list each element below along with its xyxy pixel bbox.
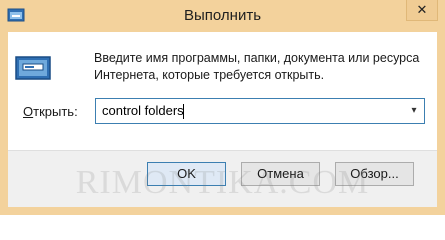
- run-program-icon: [15, 56, 51, 80]
- description-line-1: Введите имя программы, папки, документа …: [94, 51, 420, 65]
- chevron-down-icon[interactable]: ▾: [406, 99, 422, 123]
- close-icon: ✕: [416, 2, 428, 17]
- title-bar[interactable]: Выполнить ✕: [0, 0, 445, 32]
- description-line-2: Интернета, которые требуется открыть.: [94, 68, 325, 82]
- browse-button[interactable]: Обзор...: [335, 162, 414, 186]
- open-label-rest: ткрыть:: [33, 104, 78, 119]
- cancel-button[interactable]: Отмена: [241, 162, 320, 186]
- window-frame-left: [0, 32, 8, 215]
- window-title: Выполнить: [183, 7, 262, 24]
- open-label-accesskey: О: [23, 104, 34, 119]
- open-input[interactable]: [100, 99, 402, 123]
- text-caret: [183, 104, 184, 119]
- window-frame-right: [437, 32, 445, 215]
- open-label: Открыть:: [23, 104, 78, 119]
- window-frame-bottom: [0, 207, 445, 215]
- close-button[interactable]: ✕: [406, 0, 438, 21]
- open-combobox[interactable]: ▾: [95, 98, 425, 124]
- dialog-description: Введите имя программы, папки, документа …: [94, 50, 434, 84]
- ok-button[interactable]: OK: [147, 162, 226, 186]
- run-dialog: Выполнить ✕ Введите имя программы, папки…: [0, 0, 445, 215]
